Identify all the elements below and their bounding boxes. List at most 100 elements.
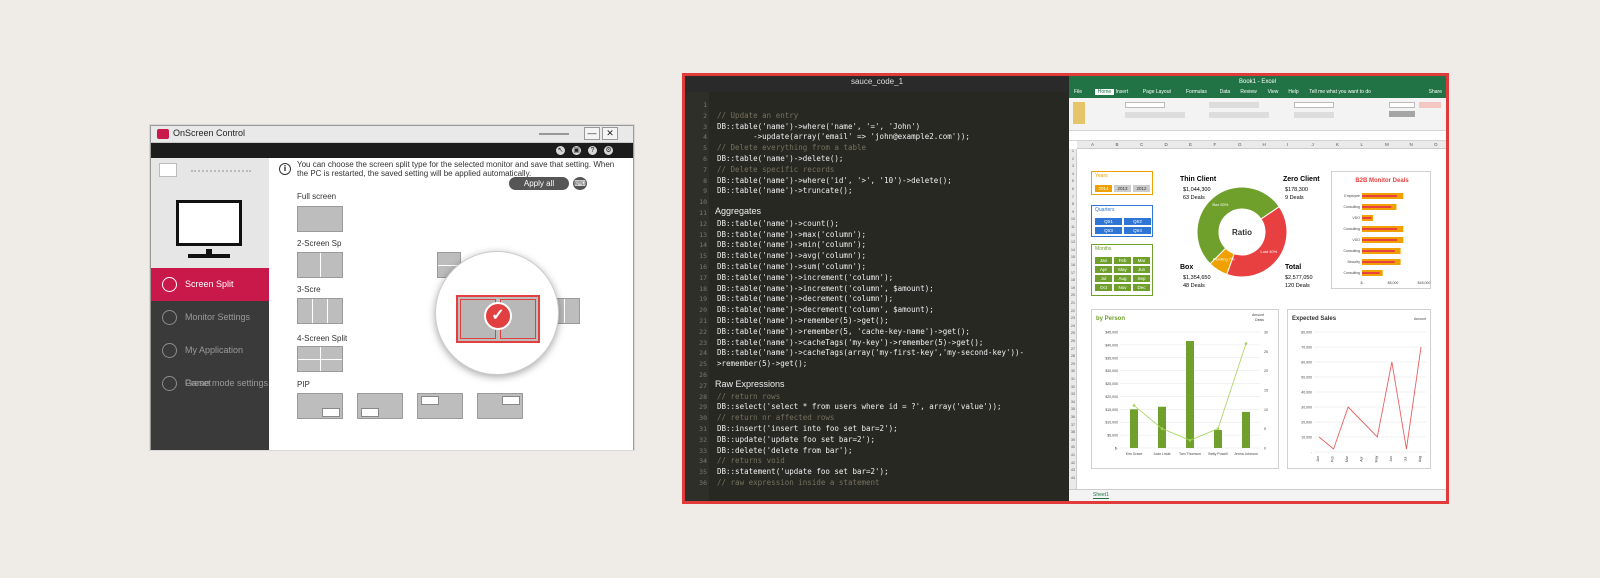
help-icon[interactable]: ? bbox=[588, 146, 597, 155]
menu-tab[interactable]: Insert bbox=[1116, 89, 1129, 95]
layout-full-screen[interactable] bbox=[297, 206, 343, 232]
slicer-item[interactable]: 2013 bbox=[1114, 185, 1131, 192]
row-header[interactable]: 20 bbox=[1069, 293, 1077, 297]
row-header[interactable]: 32 bbox=[1069, 385, 1077, 389]
column-header[interactable]: O bbox=[1434, 142, 1438, 147]
settings-icon[interactable]: ⚙ bbox=[604, 146, 613, 155]
row-header[interactable]: 37 bbox=[1069, 423, 1077, 427]
row-header[interactable]: 29 bbox=[1069, 362, 1077, 366]
sheet-tab[interactable]: Sheet1 bbox=[1093, 492, 1109, 499]
column-header[interactable]: K bbox=[1336, 142, 1339, 147]
sidebar-item-monitor-settings[interactable]: Monitor Settings bbox=[151, 301, 269, 334]
row-header[interactable]: 15 bbox=[1069, 255, 1077, 259]
column-header[interactable]: B bbox=[1116, 142, 1119, 147]
row-header[interactable]: 34 bbox=[1069, 400, 1077, 404]
share-button[interactable]: Share bbox=[1429, 89, 1442, 95]
menu-tab[interactable]: Review bbox=[1240, 89, 1256, 95]
row-header[interactable]: 26 bbox=[1069, 339, 1077, 343]
row-header[interactable]: 25 bbox=[1069, 331, 1077, 335]
slicer-item[interactable]: Mar bbox=[1133, 257, 1150, 264]
row-header[interactable]: 41 bbox=[1069, 453, 1077, 457]
slicer-item[interactable]: Qtr3 bbox=[1095, 227, 1122, 234]
column-header[interactable]: A bbox=[1091, 142, 1094, 147]
row-header[interactable]: 28 bbox=[1069, 354, 1077, 358]
row-header[interactable]: 22 bbox=[1069, 309, 1077, 313]
column-header[interactable]: F bbox=[1214, 142, 1217, 147]
row-header[interactable]: 9 bbox=[1069, 210, 1077, 214]
menu-tab[interactable]: Page Layout bbox=[1143, 89, 1171, 95]
column-header[interactable]: J bbox=[1312, 142, 1314, 147]
menu-tab[interactable]: File bbox=[1074, 89, 1082, 95]
worksheet[interactable]: Years 2014 2013 2012 Quarters Qtr1 Qtr2 … bbox=[1077, 149, 1446, 489]
slicer-item[interactable]: Sep bbox=[1133, 275, 1150, 282]
row-header[interactable]: 5 bbox=[1069, 179, 1077, 183]
row-header[interactable]: 17 bbox=[1069, 271, 1077, 275]
opacity-slider[interactable] bbox=[539, 133, 569, 135]
row-header[interactable]: 33 bbox=[1069, 392, 1077, 396]
row-header[interactable]: 24 bbox=[1069, 324, 1077, 328]
column-header[interactable]: N bbox=[1410, 142, 1413, 147]
slicer-item[interactable]: Jan bbox=[1095, 257, 1112, 264]
row-header[interactable]: 10 bbox=[1069, 217, 1077, 221]
row-header[interactable]: 11 bbox=[1069, 225, 1077, 229]
slicer-item[interactable]: Dec bbox=[1133, 284, 1150, 291]
sidebar-item-application-preset[interactable]: My Application Preset bbox=[151, 334, 269, 388]
column-header[interactable]: D bbox=[1165, 142, 1168, 147]
keyboard-icon[interactable]: ⌨ bbox=[573, 177, 587, 190]
column-header[interactable]: E bbox=[1189, 142, 1192, 147]
pointer-icon[interactable]: ↖ bbox=[556, 146, 565, 155]
column-header[interactable]: H bbox=[1263, 142, 1266, 147]
row-header[interactable]: 27 bbox=[1069, 347, 1077, 351]
slicer-item[interactable]: Aug bbox=[1114, 275, 1131, 282]
row-header[interactable]: 19 bbox=[1069, 286, 1077, 290]
row-header[interactable]: 31 bbox=[1069, 377, 1077, 381]
row-header[interactable]: 30 bbox=[1069, 369, 1077, 373]
row-header[interactable]: 43 bbox=[1069, 468, 1077, 472]
apply-all-button[interactable]: Apply all bbox=[509, 177, 569, 190]
menu-tab[interactable]: Help bbox=[1288, 89, 1298, 95]
row-header[interactable]: 6 bbox=[1069, 187, 1077, 191]
sidebar-item-game-mode[interactable]: Game mode settings bbox=[151, 367, 269, 400]
menu-tab[interactable]: Home bbox=[1094, 89, 1115, 95]
row-header[interactable]: 14 bbox=[1069, 248, 1077, 252]
row-header[interactable]: 18 bbox=[1069, 278, 1077, 282]
row-header[interactable]: 1 bbox=[1069, 149, 1077, 153]
minimize-button[interactable]: — bbox=[584, 127, 600, 140]
menu-tab[interactable]: Tell me what you want to do bbox=[1309, 89, 1371, 95]
row-header[interactable]: 21 bbox=[1069, 301, 1077, 305]
slicer-item[interactable]: Qtr1 bbox=[1095, 218, 1122, 225]
menu-tab[interactable]: Formulas bbox=[1186, 89, 1207, 95]
layout-4-screen[interactable] bbox=[297, 346, 343, 372]
slicer-item[interactable]: May bbox=[1114, 266, 1131, 273]
slicer-item[interactable]: Jul bbox=[1095, 275, 1112, 282]
column-header[interactable]: M bbox=[1385, 142, 1389, 147]
slicer-item[interactable]: Qtr4 bbox=[1124, 227, 1151, 234]
layout-3-screen-a[interactable] bbox=[297, 298, 343, 324]
slicer-item[interactable]: Nov bbox=[1114, 284, 1131, 291]
close-button[interactable]: ✕ bbox=[602, 127, 618, 140]
column-header[interactable]: G bbox=[1238, 142, 1242, 147]
slicer-item[interactable]: Qtr2 bbox=[1124, 218, 1151, 225]
menu-tab[interactable]: View bbox=[1268, 89, 1279, 95]
monitor-tab-icon[interactable] bbox=[159, 163, 177, 177]
row-header[interactable]: 8 bbox=[1069, 202, 1077, 206]
row-header[interactable]: 44 bbox=[1069, 476, 1077, 480]
slicer-item[interactable]: 2014 bbox=[1095, 185, 1112, 192]
slicer-item[interactable]: Oct bbox=[1095, 284, 1112, 291]
column-header[interactable]: L bbox=[1361, 142, 1364, 147]
row-header[interactable]: 3 bbox=[1069, 164, 1077, 168]
code-content[interactable]: 1 2// Update an entry 3 DB::table('name')->… bbox=[685, 100, 1069, 500]
column-header[interactable]: I bbox=[1287, 142, 1288, 147]
row-header[interactable]: 38 bbox=[1069, 430, 1077, 434]
row-header[interactable]: 39 bbox=[1069, 438, 1077, 442]
row-header[interactable]: 16 bbox=[1069, 263, 1077, 267]
layout-2-screen[interactable] bbox=[297, 252, 343, 278]
menu-tab[interactable]: Data bbox=[1220, 89, 1231, 95]
slicer-item[interactable]: Feb bbox=[1114, 257, 1131, 264]
sidebar-item-screen-split[interactable]: Screen Split bbox=[151, 268, 269, 301]
row-header[interactable]: 40 bbox=[1069, 445, 1077, 449]
row-header[interactable]: 23 bbox=[1069, 316, 1077, 320]
slicer-item[interactable]: Jun bbox=[1133, 266, 1150, 273]
monitor-icon[interactable]: ▣ bbox=[572, 146, 581, 155]
row-header[interactable]: 12 bbox=[1069, 233, 1077, 237]
